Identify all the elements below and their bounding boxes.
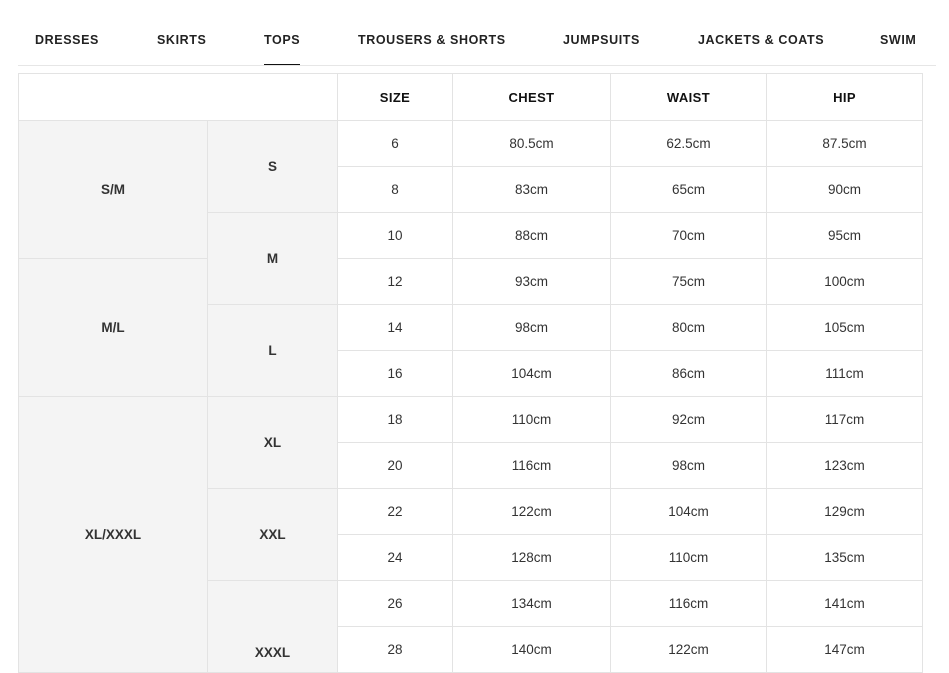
hip-cell: 95cm [766, 212, 923, 259]
sub-cell-xxxl: XXXL [207, 580, 338, 673]
size-cell: 26 [337, 580, 453, 627]
tab-jackets-coats[interactable]: JACKETS & COATS [698, 33, 824, 47]
category-tabs: DRESSES SKIRTS TOPS TROUSERS & SHORTS JU… [0, 0, 949, 66]
waist-cell: 104cm [610, 488, 767, 535]
chest-cell: 134cm [452, 580, 611, 627]
tab-trousers-shorts[interactable]: TROUSERS & SHORTS [358, 33, 506, 47]
waist-cell: 110cm [610, 534, 767, 581]
table-row: XL/XXXL XL 18 110cm 92cm 117cm [18, 396, 923, 673]
sub-cell-xxl: XXL [207, 488, 338, 581]
table-header-row: SIZE CHEST WAIST HIP [18, 73, 923, 121]
hip-cell: 117cm [766, 396, 923, 443]
hip-cell: 135cm [766, 534, 923, 581]
hip-cell: 90cm [766, 166, 923, 213]
size-cell: 28 [337, 626, 453, 673]
group-cell-ml: M/L [18, 258, 208, 397]
chest-cell: 98cm [452, 304, 611, 351]
sub-cell-xl: XL [207, 396, 338, 489]
sub-cell-l: L [207, 304, 338, 397]
chest-cell: 80.5cm [452, 120, 611, 167]
group-cell-xlxxxl: XL/XXXL [18, 396, 208, 673]
hip-cell: 105cm [766, 304, 923, 351]
hip-cell: 141cm [766, 580, 923, 627]
chest-cell: 110cm [452, 396, 611, 443]
waist-cell: 75cm [610, 258, 767, 305]
hip-cell: 87.5cm [766, 120, 923, 167]
header-hip: HIP [766, 73, 923, 121]
waist-cell: 122cm [610, 626, 767, 673]
chest-cell: 93cm [452, 258, 611, 305]
waist-cell: 70cm [610, 212, 767, 259]
size-cell: 16 [337, 350, 453, 397]
size-cell: 6 [337, 120, 453, 167]
chest-cell: 83cm [452, 166, 611, 213]
waist-cell: 98cm [610, 442, 767, 489]
tab-tops[interactable]: TOPS [264, 33, 301, 66]
tab-jumpsuits[interactable]: JUMPSUITS [563, 33, 640, 47]
size-cell: 22 [337, 488, 453, 535]
table-row: M/L 12 93cm 75cm 100cm [18, 258, 923, 397]
waist-cell: 65cm [610, 166, 767, 213]
chest-cell: 116cm [452, 442, 611, 489]
size-chart-table: SIZE CHEST WAIST HIP S/M S 6 80.5cm 62.5… [18, 73, 923, 673]
size-cell: 14 [337, 304, 453, 351]
header-chest: CHEST [452, 73, 611, 121]
sub-cell-s: S [207, 120, 338, 213]
header-size: SIZE [337, 73, 453, 121]
hip-cell: 123cm [766, 442, 923, 489]
tab-swim[interactable]: SWIM [880, 33, 916, 47]
size-cell: 20 [337, 442, 453, 489]
hip-cell: 129cm [766, 488, 923, 535]
chest-cell: 104cm [452, 350, 611, 397]
table-row: S/M S 6 80.5cm 62.5cm 87.5cm [18, 120, 923, 259]
chest-cell: 88cm [452, 212, 611, 259]
size-cell: 10 [337, 212, 453, 259]
size-cell: 24 [337, 534, 453, 581]
size-cell: 12 [337, 258, 453, 305]
hip-cell: 111cm [766, 350, 923, 397]
hip-cell: 147cm [766, 626, 923, 673]
tabs-divider [18, 65, 936, 66]
sub-cell-m: M [207, 212, 338, 305]
chest-cell: 140cm [452, 626, 611, 673]
hip-cell: 100cm [766, 258, 923, 305]
tab-dresses[interactable]: DRESSES [35, 33, 99, 47]
waist-cell: 116cm [610, 580, 767, 627]
waist-cell: 80cm [610, 304, 767, 351]
size-cell: 18 [337, 396, 453, 443]
waist-cell: 86cm [610, 350, 767, 397]
header-waist: WAIST [610, 73, 767, 121]
waist-cell: 62.5cm [610, 120, 767, 167]
waist-cell: 92cm [610, 396, 767, 443]
size-cell: 8 [337, 166, 453, 213]
chest-cell: 122cm [452, 488, 611, 535]
header-blank-cell [18, 73, 338, 121]
group-cell-sm: S/M [18, 120, 208, 259]
chest-cell: 128cm [452, 534, 611, 581]
tab-skirts[interactable]: SKIRTS [157, 33, 206, 47]
